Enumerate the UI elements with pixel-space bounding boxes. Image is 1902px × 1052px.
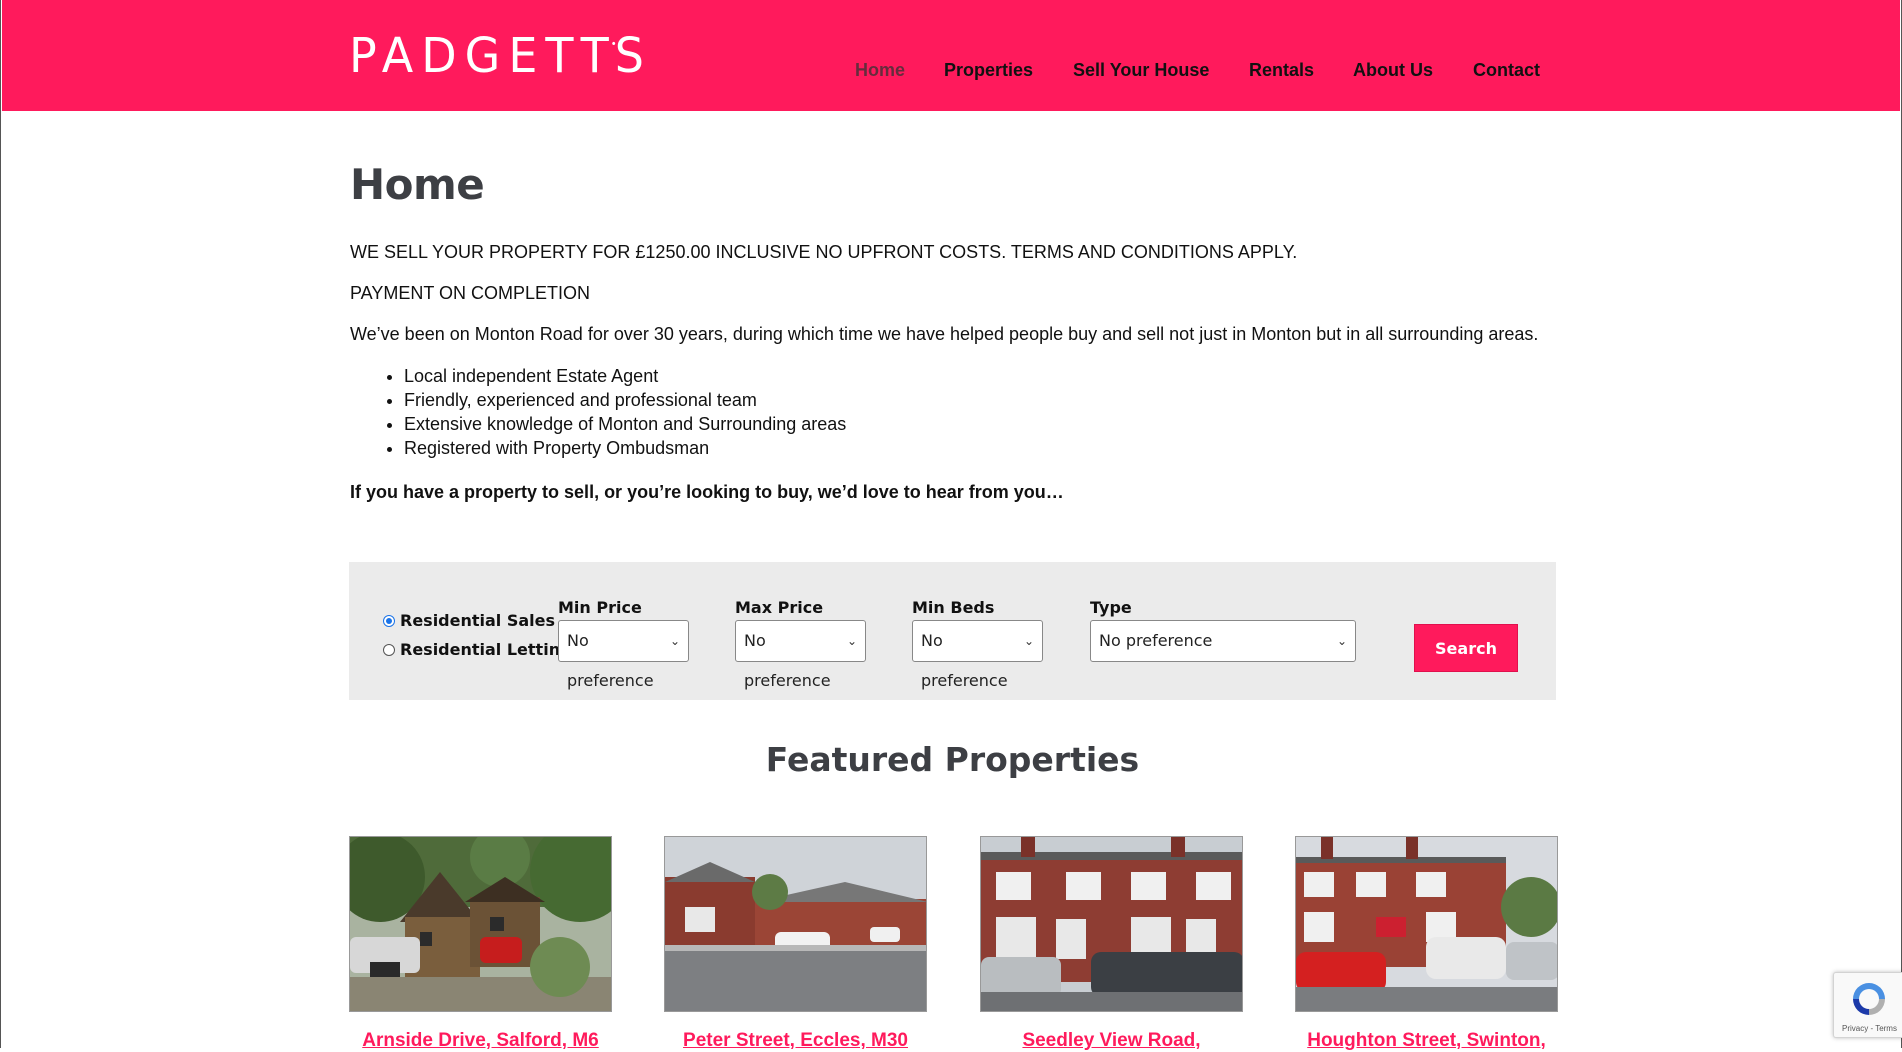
site-header: PADGETT•S Home Properties Sell Your Hous… — [2, 0, 1900, 111]
intro-offer: WE SELL YOUR PROPERTY FOR £1250.00 INCLU… — [350, 242, 1298, 262]
min-price-field: Min Price No preference ⌄ — [558, 598, 689, 690]
logo-dot: • — [610, 39, 617, 51]
max-price-select[interactable]: No preference ⌄ — [735, 620, 866, 690]
type-field: Type No preference ⌄ — [1090, 598, 1356, 662]
property-title-link[interactable]: Peter Street, Eccles, M30 — [664, 1030, 927, 1052]
featured-properties-heading: Featured Properties — [765, 740, 1140, 779]
property-card[interactable]: Arnside Drive, Salford, M6 — [349, 836, 612, 1052]
select-value: No preference — [921, 631, 1008, 690]
browser-frame — [0, 0, 1902, 1048]
radio-residential-sales[interactable]: Residential Sales — [383, 606, 581, 635]
recaptcha-footer[interactable]: Privacy - Terms — [1842, 1024, 1897, 1033]
radio-label: Residential Lettings — [400, 640, 582, 659]
intro-payment: PAYMENT ON COMPLETION — [350, 283, 591, 303]
property-photo[interactable] — [349, 836, 612, 1012]
chevron-down-icon: ⌄ — [669, 634, 680, 648]
field-label: Max Price — [735, 598, 824, 617]
list-item: Friendly, experienced and professional t… — [404, 388, 846, 412]
min-beds-field: Min Beds No preference ⌄ — [912, 598, 1043, 690]
select-value: No preference — [567, 631, 654, 690]
property-search-panel: Residential Sales Residential Lettings M… — [349, 562, 1556, 700]
intro-history: We’ve been on Monton Road for over 30 ye… — [350, 324, 1539, 344]
property-title-link[interactable]: Seedley View Road, — [980, 1030, 1243, 1052]
property-card[interactable]: Seedley View Road, — [980, 836, 1243, 1052]
search-button[interactable]: Search — [1414, 624, 1518, 672]
list-item: Registered with Property Ombudsman — [404, 436, 846, 460]
chevron-down-icon: ⌄ — [1023, 634, 1034, 648]
field-label: Min Beds — [912, 598, 995, 617]
chevron-down-icon: ⌄ — [846, 634, 857, 648]
nav-about-us[interactable]: About Us — [1353, 60, 1433, 81]
site-logo[interactable]: PADGETT•S — [349, 27, 652, 84]
call-to-action: If you have a property to sell, or you’r… — [350, 482, 1064, 502]
property-title-link[interactable]: Arnside Drive, Salford, M6 — [349, 1030, 612, 1052]
nav-rentals[interactable]: Rentals — [1249, 60, 1314, 81]
type-select[interactable]: No preference ⌄ — [1090, 620, 1356, 662]
property-photo[interactable] — [980, 836, 1243, 1012]
recaptcha-badge[interactable]: Privacy - Terms — [1833, 972, 1902, 1038]
nav-properties[interactable]: Properties — [944, 60, 1033, 81]
recaptcha-icon — [1853, 983, 1885, 1015]
logo-text-end: S — [614, 26, 652, 84]
nav-home[interactable]: Home — [855, 60, 905, 81]
max-price-field: Max Price No preference ⌄ — [735, 598, 866, 690]
nav-sell-your-house[interactable]: Sell Your House — [1073, 60, 1209, 81]
min-price-select[interactable]: No preference ⌄ — [558, 620, 689, 690]
radio-label: Residential Sales — [400, 611, 556, 630]
nav-contact[interactable]: Contact — [1473, 60, 1540, 81]
radio-button[interactable] — [383, 643, 395, 656]
main-content: Home WE SELL YOUR PROPERTY FOR £1250.00 … — [350, 160, 1560, 502]
search-type-group: Residential Sales Residential Lettings — [383, 606, 581, 664]
chevron-down-icon: ⌄ — [1336, 634, 1347, 648]
select-value: No preference — [744, 631, 831, 690]
property-photo[interactable] — [664, 836, 927, 1012]
field-label: Min Price — [558, 598, 642, 617]
radio-residential-lettings[interactable]: Residential Lettings — [383, 635, 581, 664]
select-value: No preference — [1099, 631, 1213, 650]
property-photo[interactable] — [1295, 836, 1558, 1012]
min-beds-select[interactable]: No preference ⌄ — [912, 620, 1043, 690]
property-card[interactable]: Peter Street, Eccles, M30 — [664, 836, 927, 1052]
property-title-link[interactable]: Houghton Street, Swinton, — [1295, 1030, 1558, 1052]
features-list: Local independent Estate Agent Friendly,… — [350, 364, 846, 460]
list-item: Local independent Estate Agent — [404, 364, 846, 388]
logo-text: PADGETT — [349, 26, 617, 84]
list-item: Extensive knowledge of Monton and Surrou… — [404, 412, 846, 436]
radio-button-checked[interactable] — [383, 614, 395, 627]
field-label: Type — [1090, 598, 1132, 617]
property-card[interactable]: Houghton Street, Swinton, — [1295, 836, 1558, 1052]
page-title: Home — [350, 160, 485, 209]
